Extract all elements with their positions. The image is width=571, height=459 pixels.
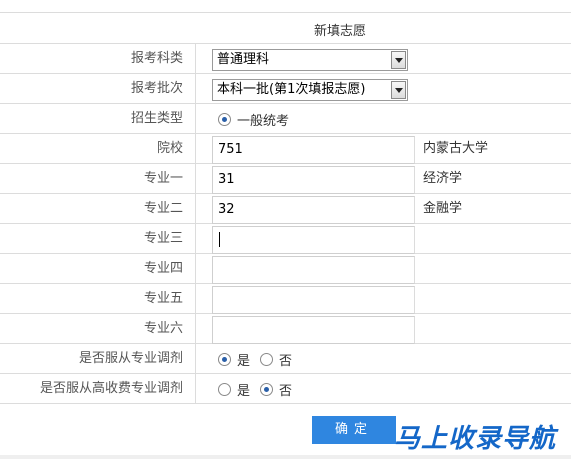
chevron-down-icon[interactable]	[391, 81, 406, 99]
row-school: 院校 751 内蒙古大学	[0, 134, 571, 164]
confirm-button[interactable]: 确定	[312, 416, 396, 444]
school-label: 院校	[0, 134, 196, 163]
adjust-high-fee-no-radio[interactable]	[260, 382, 274, 396]
row-major-2: 专业二 32 金融学	[0, 194, 571, 224]
major-5-input[interactable]	[212, 286, 415, 314]
adjust-high-fee-radio-group: 是 否	[218, 374, 302, 404]
chevron-down-icon[interactable]	[391, 51, 406, 69]
major-4-label: 专业四	[0, 254, 196, 283]
enroll-type-option-label: 一般统考	[237, 113, 290, 129]
adjust-no-label: 否	[279, 353, 293, 369]
row-major-3: 专业三	[0, 224, 571, 254]
major-1-input[interactable]: 31	[212, 166, 415, 194]
watermark-logo: 马上收录导航	[394, 424, 557, 454]
major-5-label: 专业五	[0, 284, 196, 313]
batch-label: 报考批次	[0, 74, 196, 103]
enroll-type-label: 招生类型	[0, 104, 196, 133]
row-major-4: 专业四	[0, 254, 571, 284]
adjust-label: 是否服从专业调剂	[0, 344, 196, 373]
enroll-type-radio[interactable]	[218, 112, 231, 126]
adjust-radio-group: 是 否	[218, 344, 302, 374]
major-4-input[interactable]	[212, 256, 415, 284]
row-batch: 报考批次 本科一批(第1次填报志愿)	[0, 74, 571, 104]
major-3-input[interactable]	[212, 226, 415, 254]
batch-select[interactable]: 本科一批(第1次填报志愿)	[212, 79, 408, 101]
row-major-6: 专业六	[0, 314, 571, 344]
text-cursor	[219, 232, 220, 247]
form-title: 新填志愿	[313, 24, 366, 39]
major-2-input[interactable]: 32	[212, 196, 415, 224]
adjust-high-fee-yes-label: 是	[237, 383, 251, 399]
bottom-divider	[0, 455, 571, 459]
major-2-label: 专业二	[0, 194, 196, 223]
row-enroll-type: 招生类型 一般统考	[0, 104, 571, 134]
row-adjust-high-fee: 是否服从高收费专业调剂 是 否	[0, 374, 571, 404]
row-category: 报考科类 普通理科	[0, 44, 571, 74]
major-3-label: 专业三	[0, 224, 196, 253]
adjust-yes-radio[interactable]	[218, 352, 231, 366]
row-adjust: 是否服从专业调剂 是 否	[0, 344, 571, 374]
major-1-name: 经济学	[423, 171, 463, 186]
major-2-name: 金融学	[423, 201, 463, 216]
adjust-yes-label: 是	[237, 353, 251, 369]
major-1-label: 专业一	[0, 164, 196, 193]
batch-selected-value: 本科一批(第1次填报志愿)	[217, 82, 366, 97]
school-code-input[interactable]: 751	[212, 136, 415, 164]
category-selected-value: 普通理科	[217, 52, 270, 67]
adjust-high-fee-yes-radio[interactable]	[218, 382, 231, 396]
enroll-type-radio-group: 一般统考	[218, 104, 289, 134]
category-select[interactable]: 普通理科	[212, 49, 408, 71]
adjust-high-fee-no-label: 否	[279, 383, 293, 399]
major-6-input[interactable]	[212, 316, 415, 344]
major-6-label: 专业六	[0, 314, 196, 343]
category-label: 报考科类	[0, 44, 196, 73]
school-name: 内蒙古大学	[423, 141, 489, 156]
row-major-1: 专业一 31 经济学	[0, 164, 571, 194]
adjust-no-radio[interactable]	[260, 352, 274, 366]
form-title-row: 新填志愿	[0, 13, 571, 44]
adjust-high-fee-label: 是否服从高收费专业调剂	[0, 374, 196, 403]
row-major-5: 专业五	[0, 284, 571, 314]
